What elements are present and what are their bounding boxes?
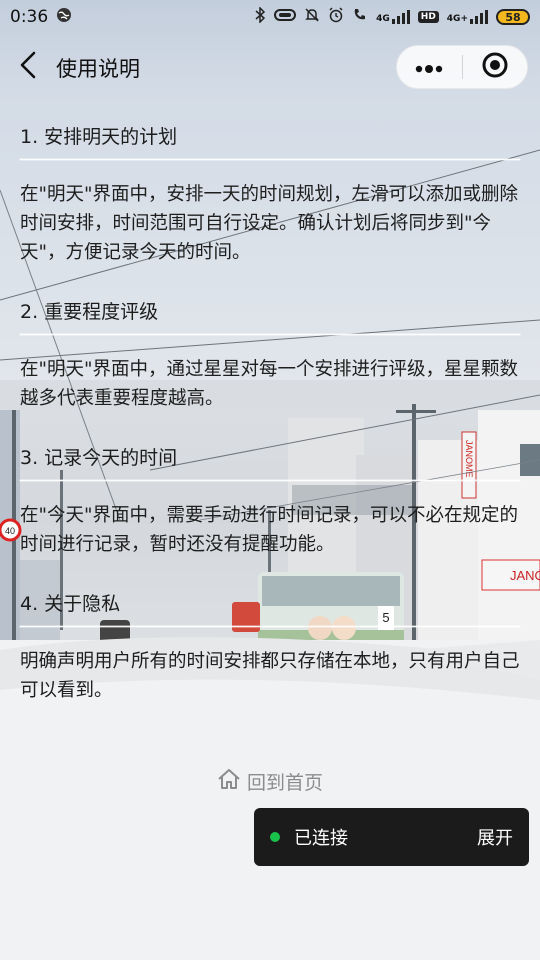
back-to-home-link[interactable]: 回到首页: [0, 768, 540, 795]
back-button[interactable]: [12, 50, 44, 84]
expand-button[interactable]: 展开: [477, 824, 513, 850]
section-title: 2. 重要程度评级: [20, 301, 159, 323]
globe-icon: [56, 7, 72, 28]
instructions-content: 1. 安排明天的计划 在"明天"界面中，安排一天的时间规划，左滑可以添加或删除时…: [0, 100, 540, 711]
mini-program-capsule: [396, 45, 528, 89]
section-title: 4. 关于隐私: [20, 593, 121, 615]
section-body: 在"明天"界面中，通过星星对每一个安排进行评级，星星颗数越多代表重要程度越高。: [20, 359, 519, 409]
section-body: 明确声明用户所有的时间安排都只存储在本地，只有用户自己可以看到。: [20, 651, 520, 701]
hd-badge: HD: [417, 11, 439, 23]
signal-4g-icon: 4G: [376, 10, 410, 24]
connection-toast: 已连接 展开: [254, 808, 529, 866]
section-record-today: 3. 记录今天的时间 在"今天"界面中，需要手动进行时间记录，可以不必在规定的时…: [20, 419, 520, 565]
nav-bar: 使用说明: [0, 34, 540, 100]
chevron-left-icon: [19, 51, 37, 83]
more-menu-button[interactable]: [397, 46, 462, 88]
home-icon: [217, 768, 241, 795]
page-title: 使用说明: [56, 57, 140, 81]
connected-status-dot: [270, 832, 280, 842]
call-icon: [352, 7, 368, 27]
target-circle-icon: [482, 52, 508, 82]
section-plan-tomorrow: 1. 安排明天的计划 在"明天"界面中，安排一天的时间规划，左滑可以添加或删除时…: [20, 100, 520, 273]
mute-bell-icon: [304, 7, 320, 27]
status-bar: 0:36 4G HD 4G+ 58: [0, 0, 540, 34]
network-4g-label: 4G: [376, 14, 390, 24]
alarm-icon: [328, 7, 344, 27]
section-privacy: 4. 关于隐私 明确声明用户所有的时间安排都只存储在本地，只有用户自己可以看到。: [20, 565, 520, 711]
close-mini-program-button[interactable]: [463, 46, 528, 88]
section-body: 在"今天"界面中，需要手动进行时间记录，可以不必在规定的时间进行记录，暂时还没有…: [20, 505, 519, 555]
bluetooth-icon: [254, 6, 266, 27]
battery-indicator: 58: [496, 9, 530, 25]
connection-status-text: 已连接: [294, 828, 348, 849]
section-title: 1. 安排明天的计划: [20, 126, 178, 148]
section-importance-rating: 2. 重要程度评级 在"明天"界面中，通过星星对每一个安排进行评级，星星颗数越多…: [20, 273, 520, 419]
section-title: 3. 记录今天的时间: [20, 447, 178, 469]
section-body: 在"明天"界面中，安排一天的时间规划，左滑可以添加或删除时间安排，时间范围可自行…: [20, 184, 519, 263]
status-time: 0:36: [10, 7, 49, 27]
more-dots-icon: [415, 58, 443, 77]
link-icon: [274, 8, 297, 26]
network-4g-plus-label: 4G+: [446, 14, 468, 24]
back-to-home-label: 回到首页: [246, 772, 323, 794]
signal-4g-plus-icon: 4G+: [447, 10, 488, 24]
